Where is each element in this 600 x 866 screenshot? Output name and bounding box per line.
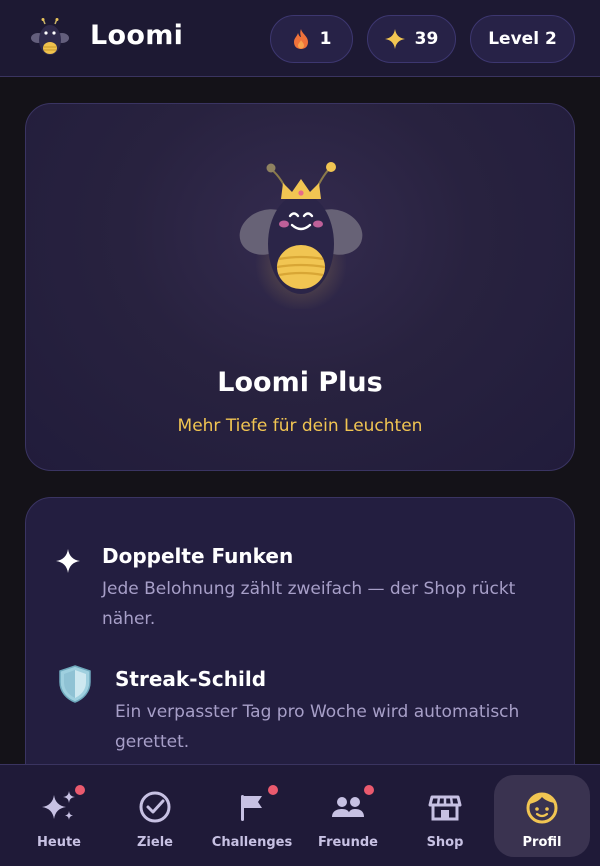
feature-description-cont: näher. (102, 609, 156, 629)
nav-item-ziele[interactable]: Ziele (107, 775, 203, 857)
nav-item-heute[interactable]: Heute (11, 775, 107, 857)
notification-dot (268, 785, 278, 795)
sparkle-icon (56, 549, 80, 573)
loomi-plus-card: Loomi Plus Mehr Tiefe für dein Leuchten (25, 103, 575, 471)
nav-label: Ziele (137, 835, 173, 850)
feature-title: Doppelte Funken (102, 544, 294, 568)
check-circle-icon (139, 791, 171, 823)
notification-dot (364, 785, 374, 795)
crowned-bee-mascot-icon (239, 162, 363, 309)
app-header: Loomi 1 39 Level 2 (0, 0, 600, 77)
feature-title: Streak-Schild (115, 667, 267, 691)
nav-label: Heute (37, 835, 81, 850)
level-badge[interactable]: Level 2 (470, 15, 575, 63)
hero-subtitle: Mehr Tiefe für dein Leuchten (177, 416, 423, 436)
friends-icon (332, 797, 364, 817)
shop-icon (428, 795, 462, 821)
profile-face-icon (526, 792, 558, 824)
sparks-count: 39 (414, 29, 439, 49)
notification-dot (75, 785, 85, 795)
nav-label: Profil (522, 835, 562, 850)
bee-mascot-icon (31, 18, 69, 55)
nav-item-freunde[interactable]: Freunde (300, 775, 396, 857)
sparkles-icon (42, 791, 75, 820)
streak-counter[interactable]: 1 (270, 15, 353, 63)
flame-icon (293, 29, 308, 49)
sparks-counter[interactable]: 39 (367, 15, 456, 63)
bottom-navigation: Heute Ziele Challenges Freunde Shop Prof… (0, 764, 600, 866)
app-title: Loomi (90, 20, 184, 51)
nav-item-profil[interactable]: Profil (494, 775, 590, 857)
nav-item-challenges[interactable]: Challenges (204, 775, 300, 857)
streak-count: 1 (319, 29, 332, 49)
feature-description-cont: gerettet. (115, 732, 190, 752)
flag-icon (241, 795, 262, 821)
nav-label: Freunde (318, 835, 378, 850)
nav-label: Challenges (211, 835, 293, 850)
level-label: Level 2 (488, 29, 557, 49)
nav-item-shop[interactable]: Shop (397, 775, 493, 857)
feature-description: Ein verpasster Tag pro Woche wird automa… (115, 702, 520, 722)
nav-label: Shop (426, 835, 464, 850)
feature-description: Jede Belohnung zählt zweifach — der Shop… (102, 579, 516, 599)
hero-title: Loomi Plus (217, 367, 383, 398)
sparkle-icon (384, 29, 405, 49)
shield-icon (59, 665, 91, 703)
